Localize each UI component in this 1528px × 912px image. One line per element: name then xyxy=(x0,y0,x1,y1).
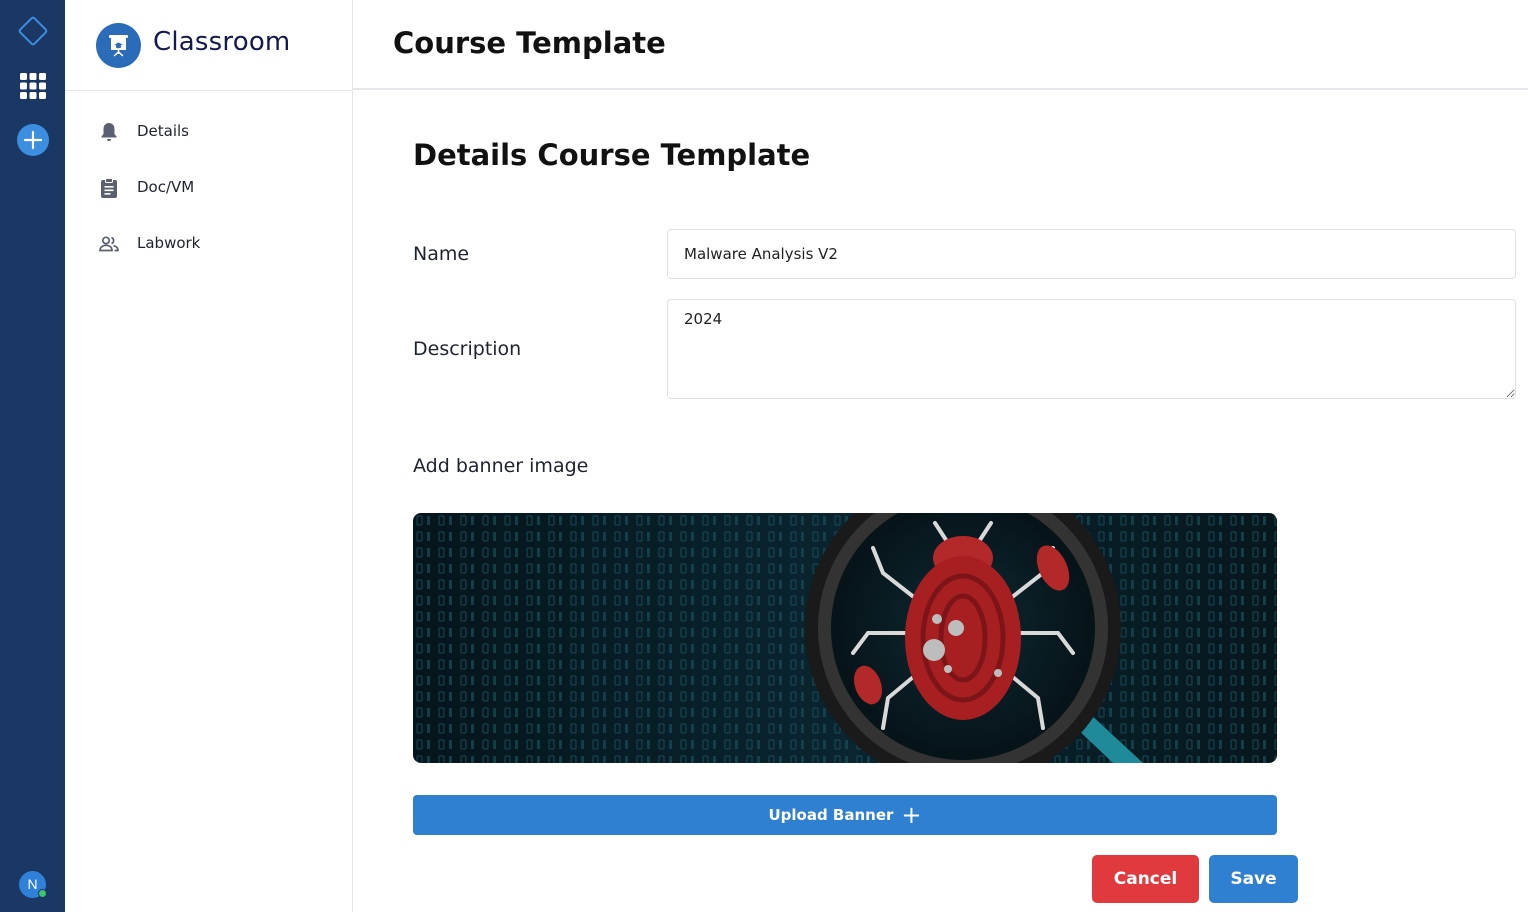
main-content: Details Course Template Name Description… xyxy=(353,92,1528,912)
sidebar-item-label: Doc/VM xyxy=(137,178,195,196)
banner-image xyxy=(413,513,1277,763)
description-textarea[interactable]: 2024 xyxy=(667,299,1516,399)
add-circle-icon xyxy=(23,130,43,150)
banner-label: Add banner image xyxy=(413,455,589,477)
sidebar-item-details[interactable]: Details xyxy=(65,109,352,153)
app-title: Classroom xyxy=(153,27,291,57)
sidebar-item-doc-vm[interactable]: Doc/VM xyxy=(65,165,352,209)
save-button[interactable]: Save xyxy=(1209,855,1298,903)
sidebar: Classroom Details Doc/VM Labwork xyxy=(65,0,353,912)
sidebar-item-labwork[interactable]: Labwork xyxy=(65,221,352,265)
page-header: Course Template xyxy=(353,0,1528,90)
page-title: Course Template xyxy=(393,26,666,60)
sidebar-item-label: Details xyxy=(137,122,190,140)
upload-banner-button[interactable]: Upload Banner + xyxy=(413,795,1277,835)
people-icon xyxy=(99,236,119,252)
diamond-logo-icon[interactable] xyxy=(16,14,50,48)
sidebar-item-label: Labwork xyxy=(137,234,201,252)
clipboard-icon xyxy=(101,178,117,198)
cancel-button[interactable]: Cancel xyxy=(1092,855,1199,903)
brand-header: Classroom xyxy=(65,0,352,91)
section-title: Details Course Template xyxy=(413,138,811,172)
name-label: Name xyxy=(413,243,470,265)
description-label: Description xyxy=(413,338,522,360)
classroom-logo-icon xyxy=(96,23,141,68)
plus-icon: + xyxy=(901,801,922,829)
bell-icon xyxy=(101,123,117,141)
apps-grid-icon[interactable] xyxy=(20,73,46,99)
upload-banner-label: Upload Banner xyxy=(768,806,894,824)
name-input[interactable] xyxy=(667,229,1516,279)
app-rail: N xyxy=(0,0,65,912)
add-button[interactable] xyxy=(17,124,49,156)
online-status-dot xyxy=(38,889,47,898)
